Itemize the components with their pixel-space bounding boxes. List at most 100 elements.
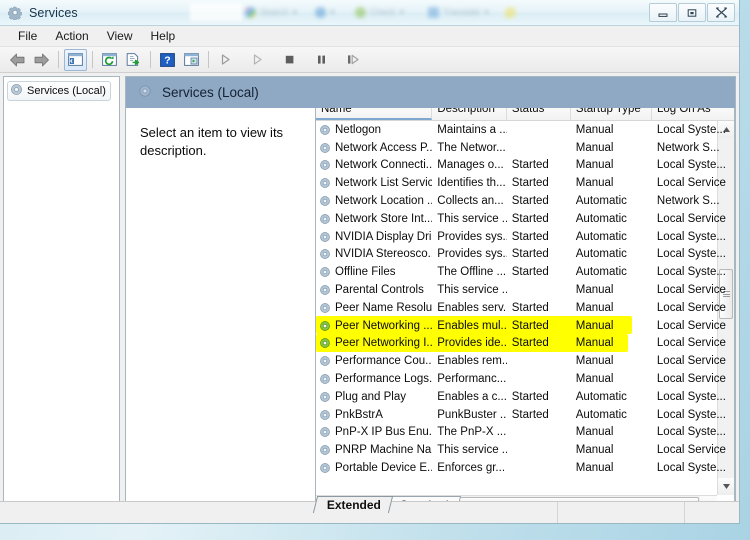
cell-log-on-as: Local Syste... [656,248,726,261]
menu-item-file[interactable]: File [9,27,46,45]
svg-text:?: ? [164,54,170,66]
resume-service-icon[interactable] [246,49,269,71]
menu-item-help[interactable]: Help [142,27,185,45]
table-row[interactable]: Network Access P... The Networ... Manual Ne… [316,139,734,157]
start-service-icon[interactable] [214,49,237,71]
cell-log-on-as: Local Syste... [656,426,726,439]
cell-log-on-as: Local Service [656,177,726,190]
table-row[interactable]: Plug and Play Enables a c... Started Automa… [316,388,734,406]
ghost-label-search: Search [260,7,289,17]
cell-startup-type: Automatic [575,390,627,403]
toolbar-separator [208,51,209,68]
cell-description: Enables a c... [437,390,507,403]
table-row[interactable]: Netlogon Maintains a ... Manual Local Syste… [316,121,734,139]
cell-log-on-as: Local Service [656,337,726,350]
cell-description: Collects an... [437,195,504,208]
service-gear-icon [319,248,331,260]
cell-startup-type: Manual [575,141,614,154]
details-pane-body: Select an item to view its description. … [126,100,735,513]
show-hide-console-tree-icon[interactable] [64,48,87,71]
cell-description: The Offline ... [437,266,507,279]
table-row[interactable]: Performance Logs... Performanc... Manual Lo… [316,370,734,388]
cell-name: NVIDIA Display Dri... [316,231,432,243]
service-name-label: NVIDIA Display Dri... [335,230,433,243]
table-row[interactable]: Peer Name Resolu... Enables serv... Starte… [316,299,734,317]
table-row[interactable]: PnkBstrA PunkBuster ... Started Automatic Lo… [316,406,734,424]
table-row[interactable]: PnP-X IP Bus Enu... The PnP-X ... Manual Lo… [316,424,734,442]
cell-startup-type: Manual [575,159,614,172]
cell-log-on-as: Local Syste... [656,408,726,421]
cell-startup-type: Automatic [575,212,627,225]
export-list-icon[interactable] [122,49,145,71]
list-rows-area[interactable]: Netlogon Maintains a ... Manual Local Syste… [316,121,734,512]
cell-name: Portable Device E... [316,462,432,474]
cell-log-on-as: Local Service [656,301,726,314]
stop-service-icon[interactable] [278,49,301,71]
service-name-label: Network Access P... [335,141,433,154]
refresh-icon[interactable] [98,49,121,71]
tab-extended[interactable]: Extended [312,496,394,513]
close-button[interactable] [707,3,735,22]
properties-icon[interactable] [180,49,203,71]
table-row[interactable]: Offline Files The Offline ... Started Autom… [316,263,734,281]
table-row[interactable]: Performance Cou... Enables rem... Manual Lo… [316,352,734,370]
service-gear-icon [319,373,331,385]
cell-description: Provides ide... [437,337,507,350]
help-icon[interactable]: ? [156,49,179,71]
restart-service-icon[interactable] [342,49,365,71]
tree-item-services-local[interactable]: Services (Local) [7,81,111,101]
services-gear-icon [138,84,152,101]
menu-item-action[interactable]: Action [46,27,97,45]
forward-icon[interactable] [30,49,53,71]
menu-item-view[interactable]: View [98,27,142,45]
table-row[interactable]: NVIDIA Display Dri... Provides sys... Star… [316,228,734,246]
back-icon[interactable] [6,49,29,71]
table-row[interactable]: Peer Networking I... Provides ide... Start… [316,335,734,353]
cell-description: The Networ... [437,141,506,154]
service-name-label: Peer Networking I... [335,337,433,350]
table-row[interactable]: Peer Networking ... Enables mul... Started… [316,317,734,335]
ghost-toolbar-field [190,3,242,21]
cell-description: This service ... [437,212,507,225]
toolbar-separator [58,51,59,68]
table-row[interactable]: Network Connecti... Manages o... Started Ma… [316,157,734,175]
service-name-label: Network Store Int... [335,212,433,225]
scroll-down-arrow-icon[interactable] [718,478,734,495]
pause-service-icon[interactable] [310,49,333,71]
cell-log-on-as: Local Syste... [656,462,726,475]
cell-log-on-as: Local Service [656,319,726,332]
menu-bar: File Action View Help [0,26,739,47]
table-row[interactable]: PNRP Machine Na... This service ... Manual… [316,441,734,459]
tree-item-label: Services (Local) [27,85,106,97]
cell-startup-type: Manual [575,123,614,136]
cell-startup-type: Manual [575,373,614,386]
table-row[interactable]: NVIDIA Stereosco... Provides sys... Starte… [316,246,734,264]
service-gear-icon [319,266,331,278]
table-row[interactable]: Parental Controls This service ... Manual L… [316,281,734,299]
cell-name: Plug and Play [316,391,432,403]
table-row[interactable]: Portable Device E... Enforces gr... Manual… [316,459,734,477]
cell-name: NVIDIA Stereosco... [316,248,432,260]
service-gear-icon [319,284,331,296]
service-name-label: Network List Service [335,177,433,190]
cell-startup-type: Manual [575,355,614,368]
service-gear-icon [319,337,331,349]
ghost-label-translate: Translate [443,7,481,17]
ghost-label-check: Check [370,7,396,17]
service-name-label: Offline Files [335,266,396,279]
cell-startup-type: Automatic [575,248,627,261]
minimize-button[interactable] [649,3,677,22]
cell-status: Started [511,159,549,172]
cell-name: PnP-X IP Bus Enu... [316,426,432,438]
service-name-label: NVIDIA Stereosco... [335,248,433,261]
table-row[interactable]: Network Store Int... This service ... Star… [316,210,734,228]
cell-startup-type: Automatic [575,408,627,421]
restore-button[interactable] [678,3,706,22]
window-title-bar[interactable]: Services Search ▾ ▾ Check ▾ Translate ▾ [0,0,739,26]
services-list-view: Name Description Status Startup Type Log… [315,100,735,513]
table-row[interactable]: Network Location ... Collects an... Starte… [316,192,734,210]
cell-startup-type: Manual [575,444,614,457]
window-title: Services [29,5,78,20]
console-tree-pane: Services (Local) [3,76,120,514]
table-row[interactable]: Network List Service Identifies th... Star… [316,174,734,192]
